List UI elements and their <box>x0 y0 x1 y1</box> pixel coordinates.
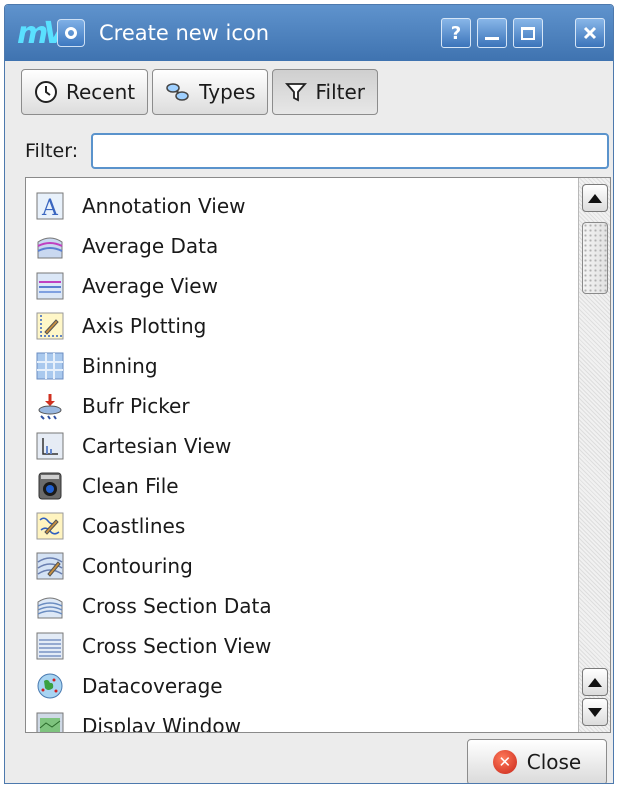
list-item[interactable]: Average Data <box>36 226 218 266</box>
bufr-picker-icon <box>36 392 64 420</box>
scroll-up-button-lower[interactable] <box>582 668 608 696</box>
minimize-button[interactable] <box>477 18 507 48</box>
window-menu-button[interactable] <box>57 19 85 47</box>
maximize-icon <box>521 26 535 40</box>
arrow-up-icon <box>588 193 602 203</box>
view-mode-tabs: Recent Types Filter <box>21 69 382 115</box>
cross-section-data-icon <box>36 592 64 620</box>
help-button[interactable]: ? <box>441 18 471 48</box>
list-item-label: Cartesian View <box>82 434 232 458</box>
filter-label: Filter: <box>25 140 79 162</box>
tab-recent-label: Recent <box>66 80 136 104</box>
filter-input[interactable] <box>91 133 609 169</box>
arrow-down-icon <box>588 707 602 717</box>
clean-file-icon <box>36 472 64 500</box>
list-item[interactable]: Datacoverage <box>36 666 223 706</box>
funnel-icon <box>285 81 308 103</box>
list-item[interactable]: Average View <box>36 266 218 306</box>
title-bar[interactable]: mV Create new icon ? <box>5 5 613 61</box>
list-item-label: Display Window <box>82 714 241 733</box>
list-item[interactable]: Axis Plotting <box>36 306 206 346</box>
list-item-label: Datacoverage <box>82 674 223 698</box>
svg-text:A: A <box>41 196 59 220</box>
list-item-label: Axis Plotting <box>82 314 207 338</box>
close-x-icon <box>583 26 597 40</box>
tab-types-label: Types <box>199 80 256 104</box>
list-item-label: Contouring <box>82 554 193 578</box>
list-scrollbar[interactable] <box>578 178 610 732</box>
list-item[interactable]: Cross Section Data <box>36 586 272 626</box>
list-item-label: Cross Section Data <box>82 594 272 618</box>
close-button[interactable]: ✕ Close <box>467 739 607 783</box>
average-view-icon <box>36 272 64 300</box>
cross-section-view-icon <box>36 632 64 660</box>
list-item-label: Annotation View <box>82 194 246 218</box>
tab-filter-label: Filter <box>315 80 366 104</box>
average-data-icon <box>36 232 64 260</box>
create-icon-dialog: mV Create new icon ? Recent Types Filter <box>4 4 614 784</box>
list-item-label: Average Data <box>82 234 219 258</box>
cartesian-view-icon <box>36 432 64 460</box>
list-item[interactable]: A Annotation View <box>36 186 246 226</box>
window-menu-icon <box>65 27 77 39</box>
scrollbar-thumb[interactable] <box>582 222 608 294</box>
arrow-up-icon <box>588 677 602 687</box>
datacoverage-icon <box>36 672 64 700</box>
minimize-icon <box>485 36 499 40</box>
icon-type-list-items: A Annotation View Average Data Average V… <box>26 178 574 733</box>
types-icon <box>165 80 191 104</box>
scroll-down-button[interactable] <box>582 698 608 726</box>
axis-plotting-icon <box>36 312 64 340</box>
coastlines-icon <box>36 512 64 540</box>
tab-recent[interactable]: Recent <box>21 69 149 115</box>
close-window-button[interactable] <box>575 18 605 48</box>
list-item[interactable]: Cross Section View <box>36 626 271 666</box>
list-item[interactable]: Clean File <box>36 466 179 506</box>
tab-filter[interactable]: Filter <box>272 69 379 115</box>
clock-icon <box>34 80 58 104</box>
binning-icon <box>36 352 64 380</box>
list-item-label: Cross Section View <box>82 634 272 658</box>
display-window-icon <box>36 712 64 732</box>
close-circle-icon: ✕ <box>492 750 517 774</box>
list-item[interactable]: Coastlines <box>36 506 185 546</box>
list-item[interactable]: Display Window <box>36 706 241 733</box>
list-item[interactable]: Binning <box>36 346 158 386</box>
icon-type-list: A Annotation View Average Data Average V… <box>25 177 611 733</box>
maximize-button[interactable] <box>513 18 543 48</box>
list-item-label: Clean File <box>82 474 179 498</box>
list-item[interactable]: Cartesian View <box>36 426 231 466</box>
close-button-label: Close <box>526 750 582 774</box>
tab-types[interactable]: Types <box>152 69 269 115</box>
list-item-label: Bufr Picker <box>82 394 190 418</box>
list-item[interactable]: Bufr Picker <box>36 386 190 426</box>
list-item-label: Binning <box>82 354 158 378</box>
list-item[interactable]: Contouring <box>36 546 193 586</box>
annotation-view-icon: A <box>36 192 64 221</box>
contouring-icon <box>36 552 64 580</box>
scroll-up-button[interactable] <box>582 184 608 212</box>
window-title: Create new icon <box>99 21 270 45</box>
list-item-label: Average View <box>82 274 218 298</box>
metview-logo: mV <box>17 15 66 51</box>
list-item-label: Coastlines <box>82 514 186 538</box>
